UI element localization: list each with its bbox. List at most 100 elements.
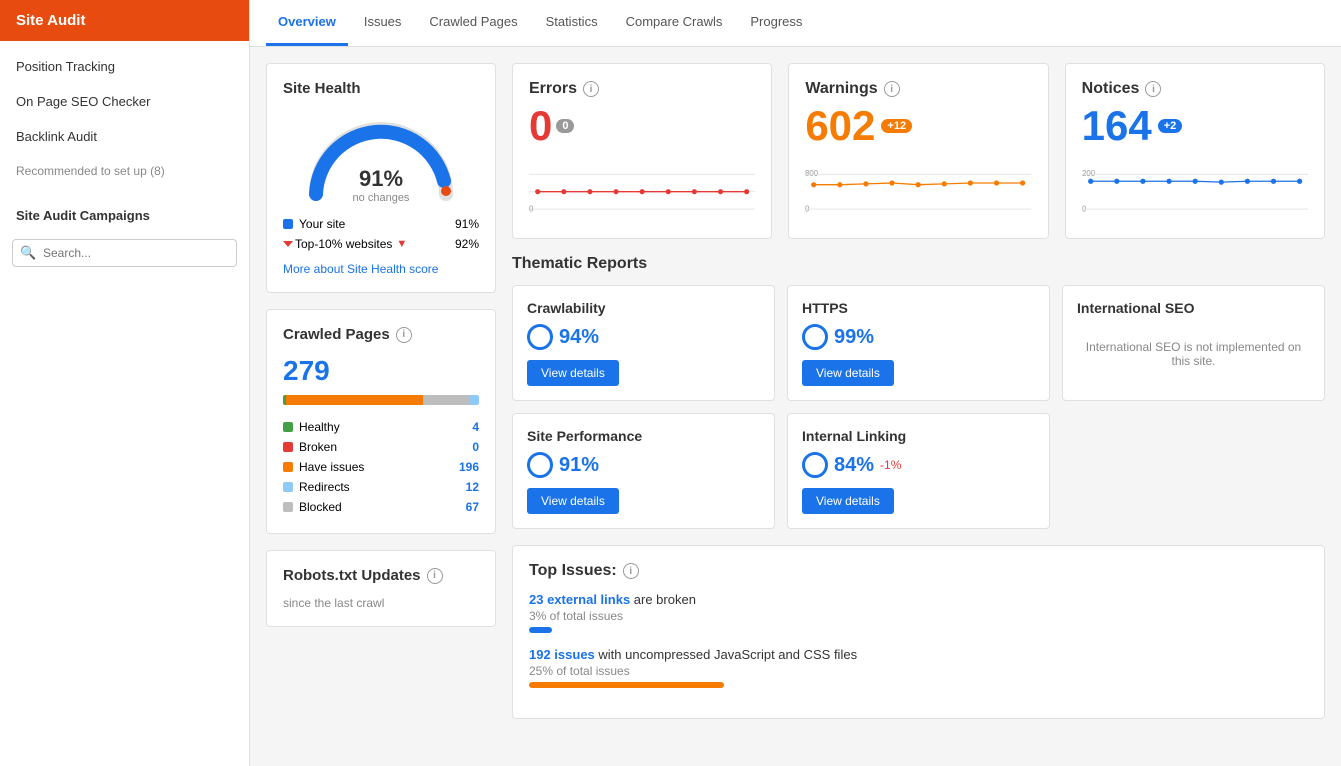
- label-have-issues: Have issues: [299, 460, 364, 474]
- site-health-link[interactable]: More about Site Health score: [283, 262, 479, 276]
- sidebar-item-recommended[interactable]: Recommended to set up (8): [0, 154, 249, 188]
- robots-card: Robots.txt Updates i since the last craw…: [266, 550, 496, 627]
- bar-issues: [286, 395, 423, 405]
- sidebar-item-position-tracking[interactable]: Position Tracking: [0, 49, 249, 84]
- notices-chart: 200 0: [1082, 162, 1308, 222]
- errors-title: Errors i: [529, 80, 755, 98]
- errors-info-icon[interactable]: i: [583, 81, 599, 97]
- label-healthy: Healthy: [299, 420, 340, 434]
- top-issues-card: Top Issues: i 23 external links are brok…: [512, 545, 1325, 719]
- site-health-title: Site Health: [283, 80, 479, 97]
- site-performance-title: Site Performance: [527, 428, 760, 444]
- bar-blocked: [423, 395, 470, 405]
- gauge-percent: 91%: [353, 166, 410, 192]
- internal-linking-view-button[interactable]: View details: [802, 488, 894, 514]
- crawled-pages-count: 279: [283, 355, 479, 387]
- sidebar-item-backlink-audit[interactable]: Backlink Audit: [0, 119, 249, 154]
- crawled-pages-bar: [283, 395, 479, 405]
- robots-subtext: since the last crawl: [283, 596, 479, 610]
- arrow-down-icon: [283, 241, 293, 247]
- count-blocked: 67: [466, 500, 479, 514]
- crawlability-circle-icon: [527, 324, 553, 350]
- notices-value: 164: [1082, 102, 1152, 150]
- warnings-value: 602: [805, 102, 875, 150]
- warnings-info-icon[interactable]: i: [884, 81, 900, 97]
- tab-progress[interactable]: Progress: [738, 0, 814, 46]
- tab-compare-crawls[interactable]: Compare Crawls: [614, 0, 735, 46]
- legend-row-top10: Top-10% websites ▼ 92%: [283, 234, 479, 254]
- top-issues-info-icon[interactable]: i: [623, 563, 639, 579]
- search-input[interactable]: [12, 239, 237, 267]
- site-health-legend: Your site 91% Top-10% websites ▼ 92%: [283, 214, 479, 254]
- tab-issues[interactable]: Issues: [352, 0, 414, 46]
- internal-linking-change: -1%: [880, 458, 901, 472]
- count-healthy: 4: [472, 420, 479, 434]
- issue-row-1: 192 issues with uncompressed JavaScript …: [529, 647, 1308, 688]
- issue-bar-1: [529, 682, 724, 688]
- label-redirects: Redirects: [299, 480, 350, 494]
- robots-title: Robots.txt Updates i: [283, 567, 479, 584]
- sidebar-nav: Position Tracking On Page SEO Checker Ba…: [0, 41, 249, 196]
- svg-text:800: 800: [805, 169, 819, 178]
- site-health-card: Site Health 91%: [266, 63, 496, 293]
- errors-badge: 0: [556, 119, 574, 133]
- issue-text-0: 23 external links are broken: [529, 592, 1308, 607]
- content-area: Site Health 91%: [250, 47, 1341, 766]
- sidebar-campaigns-title: Site Audit Campaigns: [0, 196, 249, 231]
- count-broken: 0: [472, 440, 479, 454]
- legend-row-yoursite: Your site 91%: [283, 214, 479, 234]
- https-title: HTTPS: [802, 300, 1035, 316]
- thematic-international-seo: International SEO International SEO is n…: [1062, 285, 1325, 401]
- label-broken: Broken: [299, 440, 337, 454]
- thematic-internal-linking: Internal Linking 84% -1% View details: [787, 413, 1050, 529]
- svg-text:0: 0: [529, 205, 534, 214]
- crawled-pages-card: Crawled Pages i 279 Healthy: [266, 309, 496, 534]
- issue-link-1[interactable]: 192 issues: [529, 647, 595, 662]
- robots-info-icon[interactable]: i: [427, 568, 443, 584]
- site-performance-circle-icon: [527, 452, 553, 478]
- notices-info-icon[interactable]: i: [1145, 81, 1161, 97]
- issue-subtext-0: 3% of total issues: [529, 609, 1308, 623]
- tab-statistics[interactable]: Statistics: [534, 0, 610, 46]
- legend-label-yoursite: Your site: [299, 217, 345, 231]
- crawlability-percent: 94%: [527, 324, 760, 350]
- notices-badge: +2: [1158, 119, 1183, 133]
- tab-overview[interactable]: Overview: [266, 0, 348, 46]
- dot-healthy: [283, 422, 293, 432]
- site-health-gauge: 91% no changes: [283, 109, 479, 204]
- https-percent: 99%: [802, 324, 1035, 350]
- right-column: Errors i 0 0 0: [512, 63, 1325, 750]
- site-performance-percent: 91%: [527, 452, 760, 478]
- legend-value-top10: 92%: [455, 237, 479, 251]
- metrics-row: Errors i 0 0 0: [512, 63, 1325, 239]
- tabs-bar: Overview Issues Crawled Pages Statistics…: [250, 0, 1341, 47]
- issue-text-1: 192 issues with uncompressed JavaScript …: [529, 647, 1308, 662]
- thematic-reports-grid: Crawlability 94% View details HTTPS 99%: [512, 285, 1325, 529]
- warnings-chart: 800 0: [805, 162, 1031, 222]
- warnings-title: Warnings i: [805, 80, 1031, 98]
- issue-row-0: 23 external links are broken 3% of total…: [529, 592, 1308, 633]
- errors-card: Errors i 0 0 0: [512, 63, 772, 239]
- issue-subtext-1: 25% of total issues: [529, 664, 1308, 678]
- thematic-https: HTTPS 99% View details: [787, 285, 1050, 401]
- legend-healthy: Healthy 4: [283, 417, 479, 437]
- search-icon: 🔍: [20, 245, 36, 261]
- tab-crawled-pages[interactable]: Crawled Pages: [417, 0, 529, 46]
- issue-link-0[interactable]: 23 external links: [529, 592, 630, 607]
- internal-linking-percent: 84% -1%: [802, 452, 1035, 478]
- international-seo-title: International SEO: [1077, 300, 1310, 316]
- crawled-pages-info-icon[interactable]: i: [396, 327, 412, 343]
- https-view-button[interactable]: View details: [802, 360, 894, 386]
- thematic-reports-section: Thematic Reports Crawlability 94% View d…: [512, 255, 1325, 529]
- sidebar: Site Audit Position Tracking On Page SEO…: [0, 0, 250, 766]
- site-performance-view-button[interactable]: View details: [527, 488, 619, 514]
- issue-bar-0: [529, 627, 552, 633]
- legend-label-top10: Top-10% websites: [295, 237, 392, 251]
- thematic-reports-title: Thematic Reports: [512, 255, 1325, 273]
- dot-have-issues: [283, 462, 293, 472]
- sidebar-header: Site Audit: [0, 0, 249, 41]
- sidebar-item-on-page-seo[interactable]: On Page SEO Checker: [0, 84, 249, 119]
- warnings-card: Warnings i 602 +12 800 0: [788, 63, 1048, 239]
- international-seo-no-impl: International SEO is not implemented on …: [1077, 324, 1310, 384]
- crawlability-view-button[interactable]: View details: [527, 360, 619, 386]
